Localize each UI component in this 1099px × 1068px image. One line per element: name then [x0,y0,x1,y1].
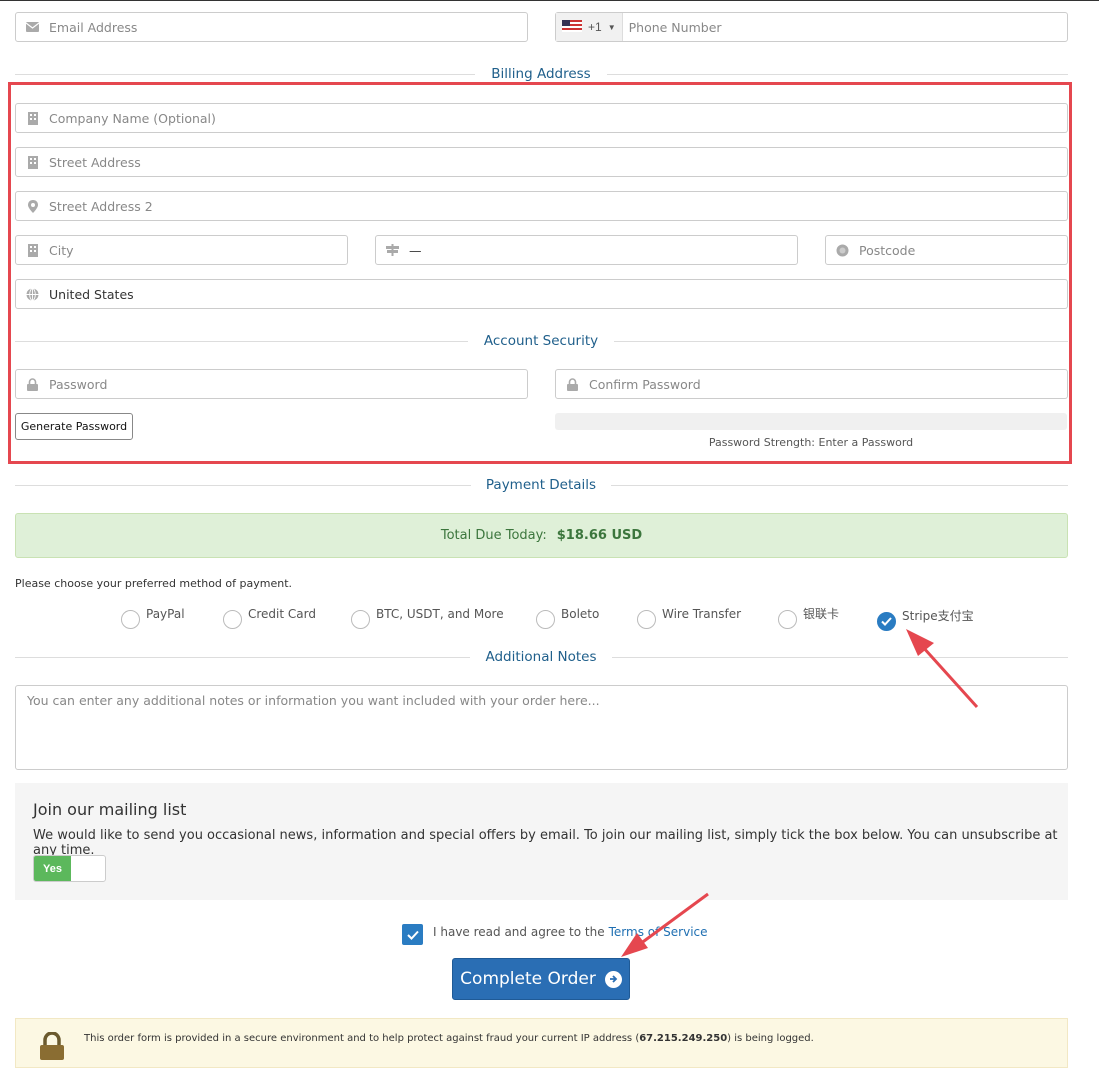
street-placeholder: Street Address [49,154,141,170]
check-icon [406,930,419,940]
secure-notice: This order form is provided in a secure … [15,1018,1068,1068]
globe-icon [16,287,49,301]
ip-address: 67.215.249.250 [639,1033,728,1044]
street2-placeholder: Street Address 2 [49,198,153,214]
building-icon [16,111,49,125]
signpost-icon [376,244,409,256]
mailing-text: We would like to send you occasional new… [33,828,1058,858]
password-strength-text: Password Strength: Enter a Password [708,436,914,449]
building-icon [16,243,49,257]
building-icon [16,155,49,169]
payment-choose-text: Please choose your preferred method of p… [15,577,292,590]
tos-link[interactable]: Terms of Service [609,925,708,939]
lock-icon [39,1031,65,1065]
secure-text: This order form is provided in a secure … [84,1033,814,1044]
complete-order-label: Complete Order [460,969,596,989]
email-field[interactable]: Email Address [15,12,528,42]
street-field[interactable]: Street Address [15,147,1068,177]
radio-circle[interactable] [637,610,656,629]
tos-text: I have read and agree to the [433,924,605,939]
postcode-field[interactable]: Postcode [825,235,1068,265]
payment-option-label: Wire Transfer [662,606,742,621]
phone-placeholder: Phone Number [628,19,722,35]
payment-option-label: PayPal [146,606,185,621]
city-placeholder: City [49,242,74,258]
highlight-box [8,82,1072,464]
password-field[interactable]: Password [15,369,528,399]
lock-icon [16,377,49,391]
top-border [0,0,1099,1]
notes-textarea[interactable]: You can enter any additional notes or in… [15,685,1068,770]
us-flag-icon [562,19,582,35]
map-marker-icon [16,199,49,213]
generate-password-button[interactable]: Generate Password [15,413,133,440]
country-value: United States [49,286,134,302]
tos-agreement: I have read and agree to the Terms of Se… [402,918,708,945]
payment-option-label: BTC, USDT, and More [376,606,504,621]
payment-option-stripe-alipay[interactable]: Stripe支付宝 [877,606,974,631]
confirm-placeholder: Confirm Password [589,376,701,392]
postcode-placeholder: Postcode [859,242,916,258]
radio-circle[interactable] [121,610,140,629]
country-code-select[interactable]: +1 ▼ [556,13,623,41]
radio-circle[interactable] [223,610,242,629]
billing-title: Billing Address [475,66,607,82]
mailing-title: Join our mailing list [33,800,187,819]
email-placeholder: Email Address [49,19,138,35]
payment-option-label: 银联卡 [803,607,840,621]
company-field[interactable]: Company Name (Optional) [15,103,1068,133]
payment-option-unionpay[interactable]: 银联卡 [778,604,839,629]
company-placeholder: Company Name (Optional) [49,110,216,126]
phone-field[interactable]: +1 ▼ Phone Number [555,12,1068,42]
password-placeholder: Password [49,376,108,392]
payment-option-wire-transfer[interactable]: Wire Transfer [637,604,741,629]
mailing-list-panel: Join our mailing list We would like to s… [15,783,1068,900]
total-due-banner: Total Due Today: $18.66 USD [15,513,1068,558]
notes-title: Additional Notes [470,649,612,665]
payment-option-credit-card[interactable]: Credit Card [223,604,316,629]
payment-title: Payment Details [471,477,611,493]
radio-circle[interactable] [778,610,797,629]
envelope-icon [16,22,49,32]
payment-option-label: Boleto [561,606,600,621]
certificate-icon [826,244,859,257]
mailing-toggle[interactable]: Yes [33,855,106,882]
caret-down-icon: ▼ [607,22,616,32]
payment-option-label: Credit Card [248,606,316,621]
arrow-circle-right-icon [604,970,622,988]
total-label: Total Due Today: [440,528,547,543]
radio-circle-checked[interactable] [877,612,896,631]
tos-checkbox[interactable] [402,924,423,945]
payment-option-paypal[interactable]: PayPal [121,604,185,629]
total-value: $18.66 USD [556,528,643,543]
city-field[interactable]: City [15,235,348,265]
phone-code: +1 [588,20,602,34]
payment-option-crypto[interactable]: BTC, USDT, and More [351,604,504,629]
check-icon [881,617,892,626]
state-select[interactable]: — [375,235,798,265]
password-strength-bar [555,413,1067,430]
confirm-password-field[interactable]: Confirm Password [555,369,1068,399]
security-title: Account Security [468,333,614,349]
country-select[interactable]: United States [15,279,1068,309]
payment-option-boleto[interactable]: Boleto [536,604,599,629]
complete-order-button[interactable]: Complete Order [452,958,630,1000]
radio-circle[interactable] [351,610,370,629]
state-value: — [409,242,422,258]
toggle-yes-label: Yes [34,856,71,881]
street2-field[interactable]: Street Address 2 [15,191,1068,221]
radio-circle[interactable] [536,610,555,629]
lock-icon [556,377,589,391]
payment-option-label: Stripe支付宝 [902,609,974,623]
